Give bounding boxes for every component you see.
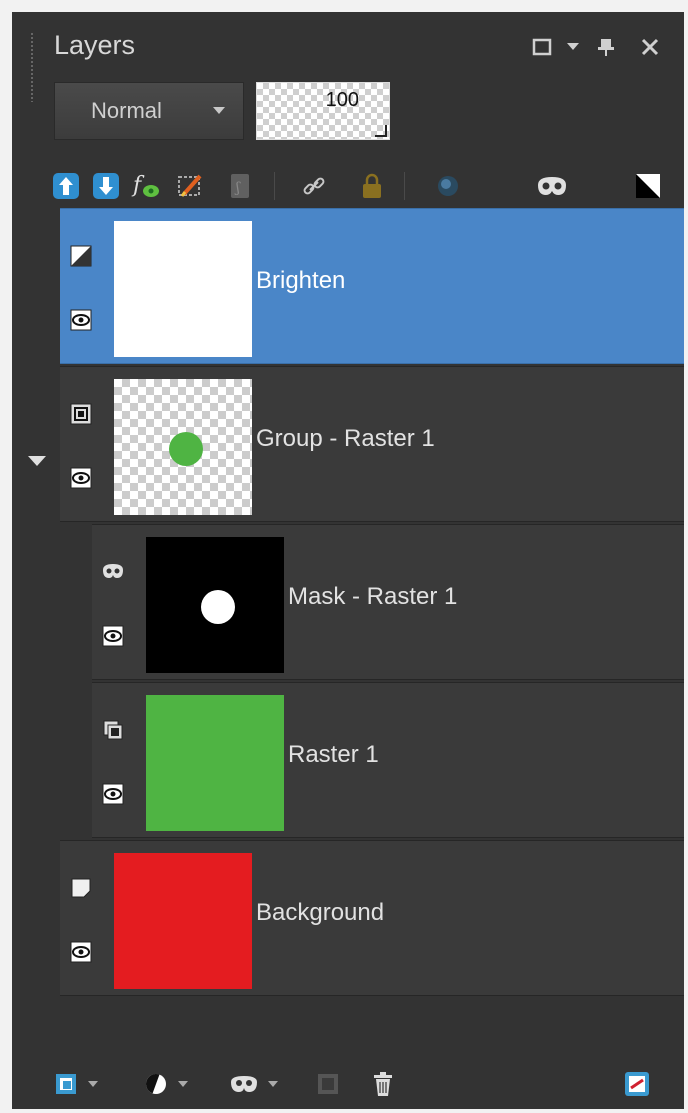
toolbar-divider <box>404 172 405 200</box>
eye-icon[interactable] <box>70 467 92 489</box>
layer-styles-icon[interactable]: f <box>130 170 162 202</box>
layer-thumbnail <box>146 537 284 673</box>
mask-layer-icon <box>103 564 123 578</box>
close-icon[interactable] <box>638 34 662 60</box>
opacity-value: 100 <box>325 89 359 111</box>
blend-mode-dropdown[interactable]: Normal <box>54 82 244 140</box>
layers-panel: Layers Normal 100 f ʃ Brighten Group - R… <box>12 12 684 1109</box>
highlight-icon[interactable] <box>432 170 464 202</box>
group-layer-icon <box>70 403 92 425</box>
layer-thumbnail <box>146 695 284 831</box>
layer-properties-button[interactable] <box>624 1070 650 1098</box>
lock-transparency-icon[interactable]: ʃ <box>224 170 256 202</box>
eye-icon[interactable] <box>70 309 92 331</box>
layer-row-mask[interactable]: Mask - Raster 1 <box>92 524 684 680</box>
lock-icon[interactable] <box>356 170 388 202</box>
link-icon[interactable] <box>298 170 330 202</box>
background-layer-icon <box>71 878 91 898</box>
opacity-field[interactable]: 100 <box>256 82 390 140</box>
new-adjustment-layer-icon <box>146 1074 166 1094</box>
chevron-down-icon <box>213 107 225 114</box>
layer-thumbnail <box>114 379 252 515</box>
layer-list: Brighten Group - Raster 1 Mask - Raster … <box>12 208 684 1018</box>
new-adjustment-layer-button[interactable] <box>144 1070 188 1098</box>
layer-toolbar: f ʃ <box>12 162 684 208</box>
layer-name: Group - Raster 1 <box>256 425 435 452</box>
layer-name: Raster 1 <box>288 741 379 768</box>
chevron-down-icon <box>178 1081 188 1087</box>
layer-name: Background <box>256 899 385 926</box>
group-expand-icon[interactable] <box>28 456 46 466</box>
layer-row-background[interactable]: Background <box>60 840 684 996</box>
pin-icon[interactable] <box>596 34 616 60</box>
delete-icon <box>374 1072 392 1096</box>
adjustment-contrast-icon[interactable] <box>632 170 664 202</box>
svg-text:f: f <box>131 173 145 198</box>
panel-grip[interactable] <box>30 32 34 102</box>
raster-layer-icon <box>103 720 123 740</box>
panel-title: Layers <box>54 30 136 60</box>
delete-layer-button[interactable] <box>372 1070 394 1098</box>
move-layer-down-icon[interactable] <box>90 170 122 202</box>
edit-selection-icon[interactable] <box>174 170 206 202</box>
layer-row-group[interactable]: Group - Raster 1 <box>60 366 684 522</box>
new-mask-button[interactable] <box>230 1070 278 1098</box>
eye-icon[interactable] <box>102 625 124 647</box>
layer-row-brighten[interactable]: Brighten <box>60 208 684 364</box>
resize-corner-icon <box>375 125 387 137</box>
layer-thumbnail <box>114 221 252 357</box>
eye-icon[interactable] <box>70 941 92 963</box>
chevron-down-icon <box>88 1081 98 1087</box>
layer-name: Brighten <box>256 267 346 294</box>
new-raster-layer-icon <box>56 1074 76 1094</box>
adjustment-layer-icon <box>70 245 92 267</box>
layer-row-raster[interactable]: Raster 1 <box>92 682 684 838</box>
new-mask-icon <box>231 1076 257 1092</box>
bottom-toolbar <box>12 1062 684 1106</box>
layer-name: Mask - Raster 1 <box>288 583 458 610</box>
merge-icon <box>318 1074 338 1094</box>
layer-thumbnail <box>114 853 252 989</box>
menu-dropdown-icon[interactable] <box>564 34 582 60</box>
merge-button[interactable] <box>316 1070 340 1098</box>
blend-mode-value: Normal <box>91 98 162 123</box>
maximize-icon[interactable] <box>530 34 554 60</box>
move-layer-up-icon[interactable] <box>50 170 82 202</box>
eye-icon[interactable] <box>102 783 124 805</box>
toolbar-divider <box>274 172 275 200</box>
chevron-down-icon <box>268 1081 278 1087</box>
layer-properties-icon <box>625 1072 649 1096</box>
mask-icon[interactable] <box>532 170 572 202</box>
new-raster-layer-button[interactable] <box>54 1070 98 1098</box>
